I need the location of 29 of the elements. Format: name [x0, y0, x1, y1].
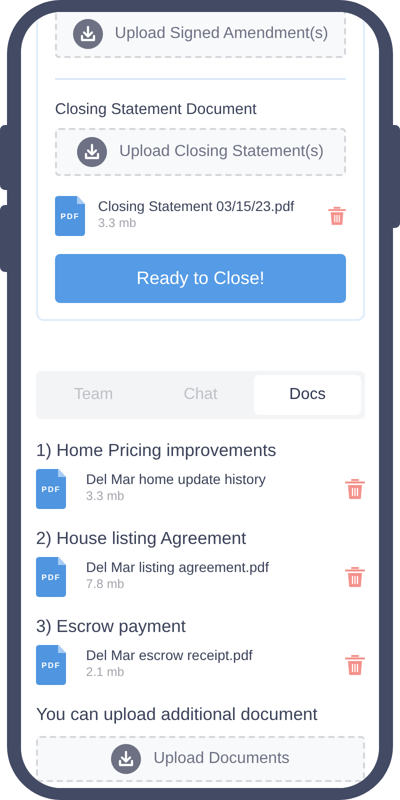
file-name: Closing Statement 03/15/23.pdf	[98, 197, 296, 215]
upload-hint: You can upload additional document	[36, 703, 319, 725]
upload-button[interactable]: Upload Closing Statement(s)	[55, 128, 346, 176]
file-size: 3.3 mb	[86, 488, 126, 504]
group-title: 2) House listing Agreement	[36, 527, 248, 549]
trash-icon[interactable]	[345, 478, 365, 500]
group-title: 3) Escrow payment	[36, 615, 187, 637]
file-name: Del Mar escrow receipt.pdf	[86, 646, 254, 664]
pdf-file-icon: PDF	[36, 469, 66, 509]
download-icon	[77, 137, 108, 167]
file-size: 7.8 mb	[86, 576, 126, 592]
trash-icon[interactable]	[328, 206, 346, 226]
upload-button[interactable]: Upload Signed Amendment(s)	[55, 12, 346, 58]
group-title: 1) Home Pricing improvements	[36, 439, 278, 461]
trash-icon[interactable]	[345, 566, 365, 588]
tab[interactable]: Docs	[254, 375, 361, 415]
section-title: Closing Statement Document	[55, 100, 258, 120]
pdf-file-icon: PDF	[55, 196, 85, 236]
pdf-file-icon: PDF	[36, 557, 66, 597]
file-name: Del Mar home update history	[86, 470, 267, 488]
file-name: Del Mar listing agreement.pdf	[86, 558, 270, 576]
download-icon	[72, 19, 103, 49]
download-icon	[111, 744, 142, 774]
trash-icon[interactable]	[345, 654, 365, 676]
ready-to-close-button[interactable]: Ready to Close!	[55, 254, 346, 303]
file-size: 3.3 mb	[98, 215, 138, 231]
file-size: 2.1 mb	[86, 664, 126, 680]
pdf-file-icon: PDF	[36, 645, 66, 685]
upload-button[interactable]: Upload Documents	[36, 736, 365, 782]
